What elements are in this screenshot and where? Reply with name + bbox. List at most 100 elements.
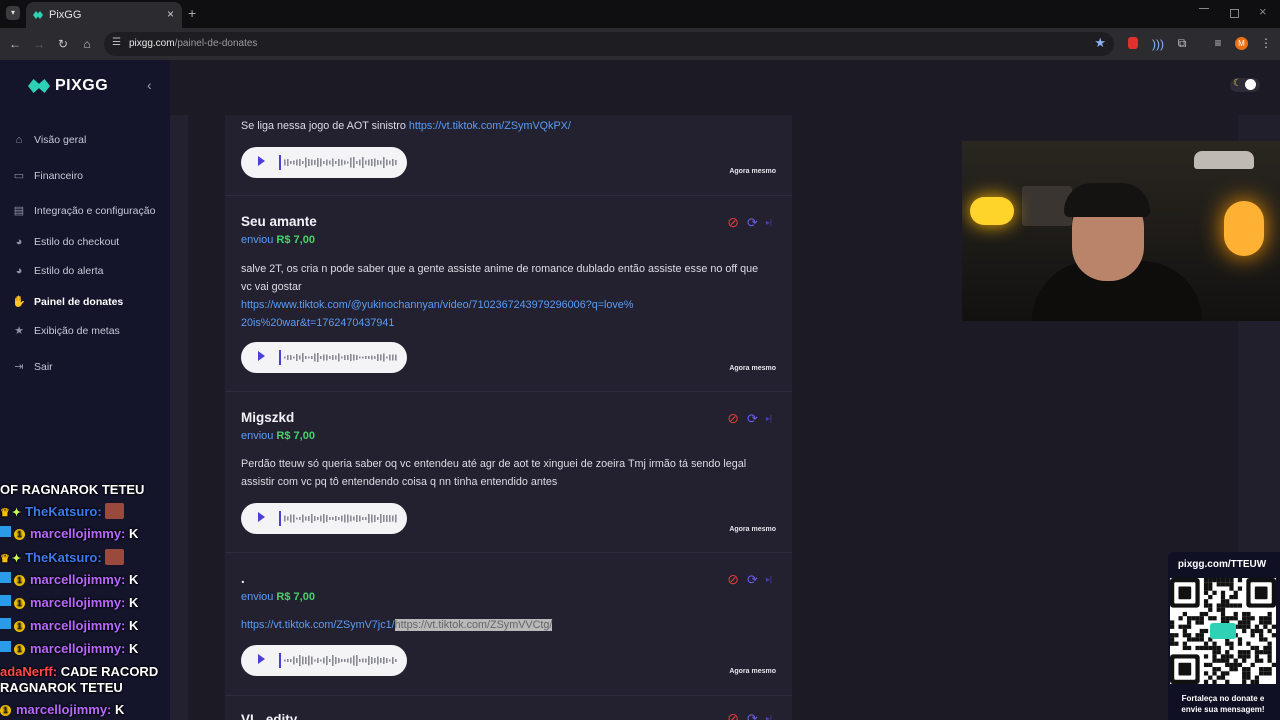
playhead-marker [279,155,281,170]
message-link[interactable]: https://www.tiktok.com/@yukinochannyan/v… [241,296,636,332]
browser-tab[interactable]: PixGG × [26,2,182,28]
audio-player[interactable] [241,503,407,534]
brand-logo[interactable]: PIXGG [28,77,108,95]
qr-module [1246,650,1251,655]
crown-badge-icon: ♛ [0,553,10,565]
skip-icon[interactable]: ▸| [766,218,772,227]
address-bar[interactable]: ☰ pixgg.com/painel-de-donates ★ [104,32,1114,56]
skip-icon[interactable]: ▸| [766,714,772,720]
block-icon[interactable]: ⊘ [727,571,739,588]
waveform-bar [314,353,316,362]
qr-module [1267,650,1272,655]
replay-icon[interactable]: ⟳ [747,711,758,720]
waveform-bar [326,354,328,361]
waveform-bar [386,658,388,663]
qr-module [1263,645,1268,651]
block-icon[interactable]: ⊘ [727,710,739,720]
waveform-bar [299,655,301,666]
waveform-bar [320,515,322,522]
tab-list-button[interactable]: ▾ [6,6,20,20]
waveform-bar [365,658,367,663]
sidebar-item-sair[interactable]: ⇥ Sair [12,360,52,374]
qr-module [1195,637,1200,642]
message-link[interactable]: https://vt.tiktok.com/ZSymV7jc1/ [241,619,395,631]
waveform-bar [350,657,352,664]
donation-time: Agora mesmo [729,526,776,533]
extension-red-icon[interactable] [1128,37,1138,49]
qr-module [1225,671,1230,676]
waveform-bar [362,517,364,520]
extension-audio-icon[interactable]: ))) [1150,36,1166,52]
sidebar-item-label: Painel de donates [34,295,124,308]
forward-icon[interactable]: → [31,36,47,52]
site-info-icon[interactable]: ☰ [112,37,121,48]
play-icon[interactable] [258,512,265,522]
media-control-icon[interactable]: ≡ [1210,35,1226,51]
browser-menu-icon[interactable]: ⋮ [1258,35,1274,51]
qr-module [1203,582,1209,587]
chat-line: 1 marcellojimmy: K [0,526,138,541]
waveform-bar [290,355,292,360]
replay-icon[interactable]: ⟳ [747,215,758,231]
audio-player[interactable] [241,147,407,178]
close-tab-icon[interactable]: × [167,7,174,21]
message-link[interactable]: https://vt.tiktok.com/ZSymVQkPX/ [409,120,571,132]
sidebar-item-painel-donates[interactable]: ✋ Painel de donates [12,295,124,309]
sidebar-item-visao-geral[interactable]: ⌂ Visão geral [12,134,87,146]
qr-module [1203,599,1209,604]
audio-player[interactable] [241,645,407,676]
browser-tabstrip: ▾ PixGG × + × [0,0,1280,28]
waveform-bar [326,656,328,665]
extensions-puzzle-icon[interactable]: ⧉ [1174,35,1190,51]
qr-module [1199,628,1204,634]
audio-player[interactable] [241,342,407,373]
new-tab-icon[interactable]: + [188,6,196,20]
sidebar-item-estilo-checkout[interactable]: ◕ Estilo do checkout [12,236,120,248]
sub-badge-icon [0,618,11,629]
block-icon[interactable]: ⊘ [727,410,739,427]
qr-module [1186,616,1192,621]
waveform-bar [296,658,298,663]
message-link-selected[interactable]: https://vt.tiktok.com/ZSymVVCtg/ [394,619,553,631]
donation-actions: ⊘ ⟳ ▸| [727,410,772,427]
play-icon[interactable] [258,156,265,166]
sidebar-item-financeiro[interactable]: ▭ Financeiro [12,169,83,183]
waveform-bar [311,656,313,665]
back-icon[interactable]: ← [7,36,23,52]
reload-icon[interactable]: ↻ [55,36,71,52]
skip-icon[interactable]: ▸| [766,414,772,423]
gift-badge-icon: 1 [14,575,25,586]
waveform-bar [344,160,346,165]
bookmark-star-icon[interactable]: ★ [1094,35,1106,51]
qr-module [1225,641,1230,646]
sparkle-badge-icon: ✦ [11,507,22,519]
play-icon[interactable] [258,351,265,361]
brand-name: PIXGG [55,77,109,94]
waveform-bar [341,515,343,522]
qr-module [1216,582,1221,587]
emote-icon [105,503,125,519]
replay-icon[interactable]: ⟳ [747,572,758,588]
waveform-bar [359,159,361,166]
block-icon[interactable]: ⊘ [727,214,739,231]
waveform-bar [383,157,385,168]
sidebar-item-estilo-alerta[interactable]: ◕ Estilo do alerta [12,265,104,277]
sub-badge-icon [0,526,11,537]
close-window-icon[interactable]: × [1259,4,1267,19]
sidebar-item-exibicao-metas[interactable]: ★ Exibição de metas [12,324,120,338]
collapse-sidebar-icon[interactable]: ‹ [147,77,152,93]
profile-avatar[interactable]: M [1235,37,1248,50]
replay-icon[interactable]: ⟳ [747,411,758,427]
qr-module [1246,667,1251,672]
home-icon[interactable]: ⌂ [79,36,95,52]
skip-icon[interactable]: ▸| [766,575,772,584]
maximize-icon[interactable] [1230,9,1239,18]
waveform-bar [293,514,295,523]
qr-module [1263,650,1268,655]
qr-module [1170,633,1175,638]
play-icon[interactable] [258,654,265,664]
qr-module [1267,628,1272,634]
sidebar-item-integracao[interactable]: ▤ Integração e configuração [12,204,156,218]
waveform-bar [350,354,352,361]
minimize-icon[interactable] [1199,8,1209,9]
